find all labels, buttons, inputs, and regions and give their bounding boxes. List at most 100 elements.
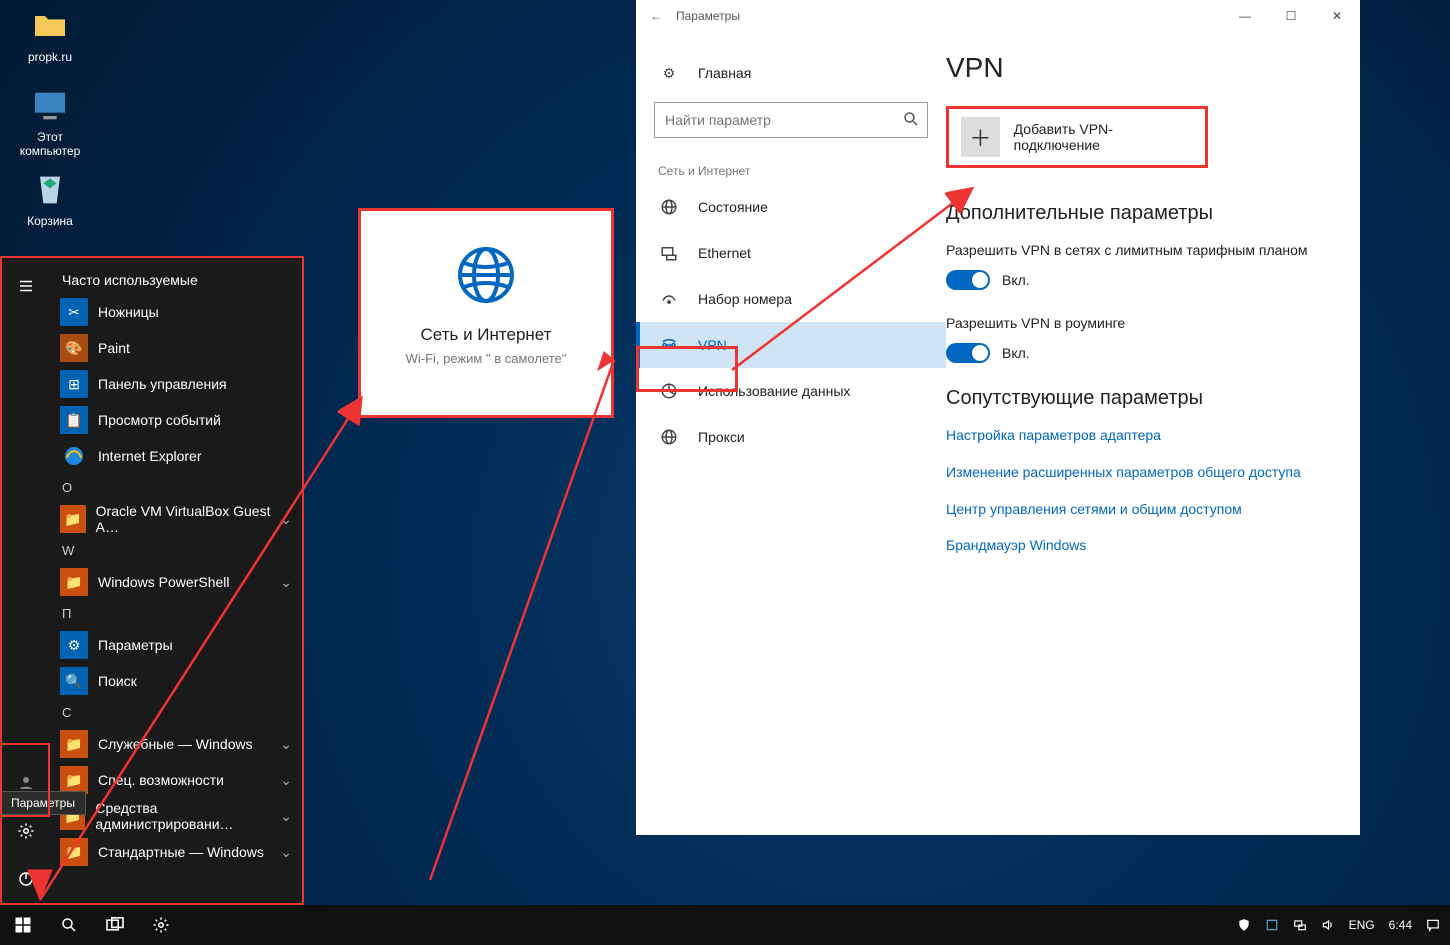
desktop-icon-label: Корзина xyxy=(10,214,90,228)
status-icon xyxy=(658,196,680,218)
toggle-switch-icon xyxy=(946,270,990,290)
nav-label: Состояние xyxy=(698,199,768,215)
start-item-search[interactable]: 🔍Поиск xyxy=(50,663,302,699)
proxy-icon xyxy=(658,426,680,448)
maximize-button[interactable]: ☐ xyxy=(1268,9,1314,23)
desktop-icon-this-pc[interactable]: Этот компьютер xyxy=(10,86,90,158)
nav-label: Использование данных xyxy=(698,383,850,399)
start-item-label: Paint xyxy=(98,340,130,356)
desktop-icon-recycle-bin[interactable]: Корзина xyxy=(10,170,90,228)
settings-window: ← Параметры ― ☐ ✕ ⚙Главная Сеть и Интерн… xyxy=(636,0,1360,835)
link-advanced-sharing[interactable]: Изменение расширенных параметров общего … xyxy=(946,463,1336,482)
nav-ethernet[interactable]: Ethernet xyxy=(636,230,946,276)
nav-label: Главная xyxy=(698,65,751,81)
tray-vbox-icon[interactable] xyxy=(1265,918,1279,932)
settings-nav: ⚙Главная Сеть и Интернет Состояние Ether… xyxy=(636,32,946,835)
tray-language[interactable]: ENG xyxy=(1349,918,1375,932)
start-item-control-panel[interactable]: ⊞Панель управления xyxy=(50,366,302,402)
start-item-paint[interactable]: 🎨Paint xyxy=(50,330,302,366)
power-icon[interactable] xyxy=(2,855,50,903)
hamburger-icon[interactable] xyxy=(2,262,50,310)
page-title: VPN xyxy=(946,52,1336,84)
window-title: Параметры xyxy=(676,9,1222,23)
chevron-down-icon: ⌄ xyxy=(280,772,292,789)
toggle-metered-vpn[interactable]: Вкл. xyxy=(946,270,1336,290)
start-item-label: Ножницы xyxy=(98,304,159,320)
start-letter-header[interactable]: W xyxy=(50,537,302,564)
folder-icon: 📁 xyxy=(60,568,88,596)
window-titlebar: ← Параметры ― ☐ ✕ xyxy=(636,0,1360,32)
toggle-state-label: Вкл. xyxy=(1002,345,1030,361)
link-adapter-settings[interactable]: Настройка параметров адаптера xyxy=(946,426,1336,445)
tray-shield-icon[interactable] xyxy=(1237,918,1251,932)
nav-data-usage[interactable]: Использование данных xyxy=(636,368,946,414)
desktop-icon-propk[interactable]: propk.ru xyxy=(10,6,90,64)
chevron-down-icon: ⌄ xyxy=(280,736,292,753)
nav-vpn[interactable]: VPN xyxy=(636,322,946,368)
section-heading: Сопутствующие параметры xyxy=(946,387,1336,410)
pc-icon xyxy=(30,86,70,126)
nav-label: Прокси xyxy=(698,429,745,445)
start-item-label: Просмотр событий xyxy=(98,412,221,428)
option-label: Разрешить VPN в сетях с лимитным тарифны… xyxy=(946,241,1336,260)
recycle-bin-icon xyxy=(30,170,70,210)
settings-search[interactable] xyxy=(654,102,928,138)
gear-icon: ⚙ xyxy=(658,62,680,84)
nav-home[interactable]: ⚙ Главная xyxy=(636,50,946,96)
nav-proxy[interactable]: Прокси xyxy=(636,414,946,460)
start-item-label: Oracle VM VirtualBox Guest A… xyxy=(96,503,281,535)
start-item-powershell[interactable]: 📁Windows PowerShell⌄ xyxy=(50,564,302,600)
nav-status[interactable]: Состояние xyxy=(636,184,946,230)
search-icon xyxy=(902,110,920,133)
taskbar-settings-button[interactable] xyxy=(138,905,184,945)
folder-icon xyxy=(30,6,70,46)
nav-dialup[interactable]: Набор номера xyxy=(636,276,946,322)
start-item-label: Служебные — Windows xyxy=(98,736,253,752)
start-item-system-tools[interactable]: 📁 Служебные — Windows ⌄ xyxy=(50,726,302,762)
start-item-oracle[interactable]: 📁Oracle VM VirtualBox Guest A…⌄ xyxy=(50,501,302,537)
task-view-button[interactable] xyxy=(92,905,138,945)
start-letter-header[interactable]: П xyxy=(50,600,302,627)
start-button[interactable] xyxy=(0,905,46,945)
system-tray: ENG 6:44 xyxy=(1237,918,1450,932)
desktop-icon-label: propk.ru xyxy=(10,50,90,64)
start-item-label: Спец. возможности xyxy=(98,772,224,788)
tray-clock[interactable]: 6:44 xyxy=(1389,918,1412,932)
start-item-event-viewer[interactable]: 📋Просмотр событий xyxy=(50,402,302,438)
control-panel-icon: ⊞ xyxy=(60,370,88,398)
start-letter-header[interactable]: О xyxy=(50,474,302,501)
add-vpn-button[interactable]: ＋ Добавить VPN-подключение xyxy=(946,106,1208,168)
settings-category-tile[interactable]: Сеть и Интернет Wi-Fi, режим " в самолет… xyxy=(358,208,614,418)
folder-icon: 📁 xyxy=(60,730,88,758)
folder-icon: 📁 xyxy=(60,505,86,533)
search-icon: 🔍 xyxy=(60,667,88,695)
tray-network-icon[interactable] xyxy=(1293,918,1307,932)
start-item-snip[interactable]: ✂Ножницы xyxy=(50,294,302,330)
start-letter-header[interactable]: С xyxy=(50,699,302,726)
taskbar-search-button[interactable] xyxy=(46,905,92,945)
settings-main: VPN ＋ Добавить VPN-подключение Дополните… xyxy=(946,32,1360,835)
back-button[interactable]: ← xyxy=(636,9,676,23)
toggle-roaming-vpn[interactable]: Вкл. xyxy=(946,343,1336,363)
start-item-admin-tools[interactable]: 📁Средства администрировани…⌄ xyxy=(50,798,302,834)
tray-action-center-icon[interactable] xyxy=(1426,918,1440,932)
start-item-parameters[interactable]: ⚙Параметры xyxy=(50,627,302,663)
toggle-state-label: Вкл. xyxy=(1002,272,1030,288)
globe-icon xyxy=(454,243,518,307)
category-tile-subtitle: Wi-Fi, режим " в самолете" xyxy=(361,351,611,368)
tray-volume-icon[interactable] xyxy=(1321,918,1335,932)
section-heading: Дополнительные параметры xyxy=(946,202,1336,225)
start-item-accessibility[interactable]: 📁Спец. возможности⌄ xyxy=(50,762,302,798)
start-menu-app-list: Часто используемые ✂Ножницы 🎨Paint ⊞Пане… xyxy=(50,258,302,903)
add-vpn-label: Добавить VPN-подключение xyxy=(1014,121,1193,153)
minimize-button[interactable]: ― xyxy=(1222,9,1268,23)
plus-icon: ＋ xyxy=(961,117,1000,157)
close-button[interactable]: ✕ xyxy=(1314,9,1360,23)
search-input[interactable] xyxy=(654,102,928,138)
link-firewall[interactable]: Брандмауэр Windows xyxy=(946,536,1336,555)
start-item-accessories[interactable]: 📁Стандартные — Windows⌄ xyxy=(50,834,302,870)
vpn-icon xyxy=(658,334,680,356)
start-item-ie[interactable]: Internet Explorer xyxy=(50,438,302,474)
link-network-center[interactable]: Центр управления сетями и общим доступом xyxy=(946,500,1336,519)
taskbar: ENG 6:44 xyxy=(0,905,1450,945)
